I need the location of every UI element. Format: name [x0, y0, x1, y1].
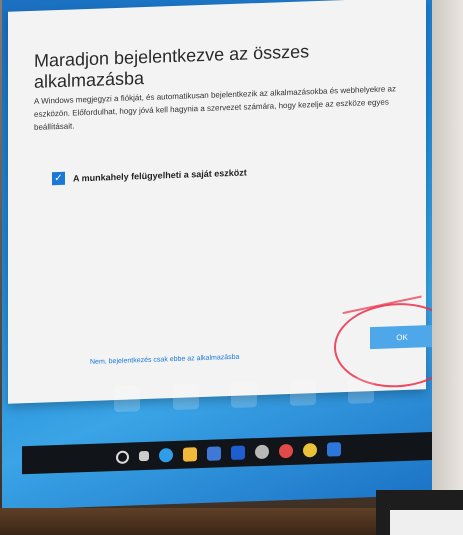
desktop-icon[interactable]: [289, 379, 316, 406]
monitor-bezel: [427, 0, 463, 535]
task-view-icon[interactable]: [139, 450, 149, 462]
file-explorer-icon[interactable]: [183, 447, 197, 462]
manage-device-checkbox[interactable]: ✓: [52, 171, 65, 186]
store-icon[interactable]: [207, 446, 221, 461]
media-icon[interactable]: [279, 443, 293, 459]
second-monitor: [376, 490, 463, 535]
manage-device-checkbox-label: A munkahely felügyelheti a saját eszközt: [73, 166, 247, 184]
chrome-icon[interactable]: [303, 442, 317, 458]
app-icon[interactable]: [327, 442, 341, 457]
search-icon[interactable]: [116, 450, 129, 464]
desktop-screen: Maradjon bejelentkezve az összes alkalma…: [2, 0, 432, 510]
mail-icon[interactable]: [231, 445, 245, 461]
taskbar: [22, 431, 432, 475]
manage-device-checkbox-row[interactable]: ✓ A munkahely felügyelheti a saját eszkö…: [52, 165, 247, 186]
desktop-icon[interactable]: [114, 385, 140, 413]
settings-icon[interactable]: [255, 444, 269, 460]
sign-in-dialog: Maradjon bejelentkezve az összes alkalma…: [8, 0, 432, 404]
desktop-icon[interactable]: [348, 377, 374, 404]
second-monitor-screen: [390, 510, 463, 535]
edge-icon[interactable]: [159, 448, 173, 463]
this-app-only-link[interactable]: Nem, bejelentkezés csak ebbe az alkalmaz…: [90, 354, 239, 366]
desktop-icon[interactable]: [231, 381, 257, 409]
desktop-icon[interactable]: [172, 383, 199, 411]
desk-surface: [0, 508, 376, 535]
